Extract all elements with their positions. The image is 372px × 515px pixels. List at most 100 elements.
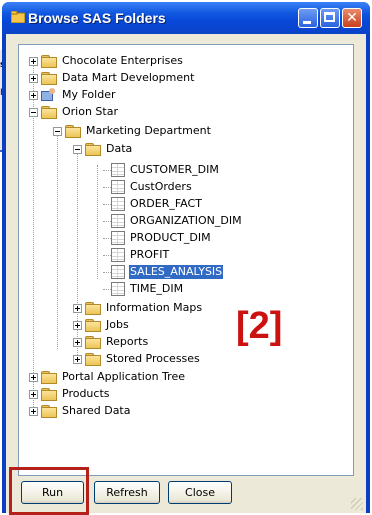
expand-icon[interactable] [73,320,82,330]
tree-item-label: Products [62,387,110,400]
minimize-button[interactable] [298,8,318,28]
tree-item-label: TIME_DIM [130,282,184,295]
tree-item-portal-application-tree[interactable]: Portal Application Tree [29,369,186,385]
tree-item-label: CUSTOMER_DIM [130,163,219,176]
tree-item-label: PRODUCT_DIM [130,231,211,244]
step-callout: [2] [236,305,283,347]
tree-item-table[interactable]: ORDER_FACT [111,196,203,212]
tree-item-label: Shared Data [62,404,131,417]
tree-item-table[interactable]: PRODUCT_DIM [111,230,212,246]
folder-icon [85,352,101,366]
expand-icon[interactable] [29,56,38,66]
run-button-highlight [9,467,89,515]
expand-icon[interactable] [29,389,38,399]
table-icon [111,265,125,279]
tree-item-data-mart-development[interactable]: Data Mart Development [29,70,195,86]
tree-line [103,238,111,239]
browse-sas-folders-window: Browse SAS Folders ✕ Chocolate Enterpris… [2,2,370,513]
folder-icon [41,370,57,384]
expand-icon[interactable] [29,73,38,83]
collapse-icon[interactable] [73,144,82,154]
tree-line [103,221,111,222]
table-icon [111,231,125,245]
tree-item-table[interactable]: ORGANIZATION_DIM [111,213,243,229]
tree-item-data[interactable]: Data [73,141,133,157]
tree-line [103,204,111,205]
folder-icon [85,301,101,315]
tree-item-table[interactable]: CustOrders [111,179,193,195]
tree-item-table[interactable]: CUSTOMER_DIM [111,162,220,178]
tree-item-table-selected[interactable]: SALES_ANALYSIS [111,264,224,280]
tree-line [103,272,111,273]
tree-item-marketing-department[interactable]: Marketing Department [53,123,212,139]
tree-item-label: Portal Application Tree [62,370,185,383]
expand-icon[interactable] [73,337,82,347]
window-title: Browse SAS Folders [28,10,166,26]
tree-item-products[interactable]: Products [29,386,111,402]
tree-item-table[interactable]: TIME_DIM [111,281,184,297]
resize-grip-icon[interactable] [351,498,363,510]
tree-item-label: ORDER_FACT [130,197,202,210]
expand-icon[interactable] [29,90,38,100]
table-icon [111,214,125,228]
folder-open-icon [65,124,81,138]
tree-line [103,255,111,256]
folder-icon [85,335,101,349]
tree-item-my-folder[interactable]: My Folder [29,87,117,103]
maximize-button[interactable] [320,8,340,28]
folder-icon [41,387,57,401]
tree-item-table[interactable]: PROFIT [111,247,170,263]
expand-icon[interactable] [29,406,38,416]
tree-item-label: My Folder [62,88,116,101]
minimize-icon [303,21,311,24]
folder-tree[interactable]: Chocolate Enterprises Data Mart Developm… [18,44,354,476]
tree-item-label: Chocolate Enterprises [62,54,183,67]
tree-item-label: Data Mart Development [62,71,195,84]
tree-item-shared-data[interactable]: Shared Data [29,403,132,419]
folder-open-icon [41,105,57,119]
table-icon [111,248,125,262]
sas-folder-icon [11,11,25,23]
table-icon [111,180,125,194]
tree-item-stored-processes[interactable]: Stored Processes [73,351,201,367]
tree-item-label: Reports [106,335,149,348]
tree-item-chocolate-enterprises[interactable]: Chocolate Enterprises [29,53,184,69]
tree-item-label: ORGANIZATION_DIM [130,214,242,227]
tree-line [103,170,111,171]
dialog-client-area: Chocolate Enterprises Data Mart Developm… [6,34,366,513]
folder-open-icon [85,142,101,156]
folder-icon [85,318,101,332]
tree-item-jobs[interactable]: Jobs [73,317,130,333]
tree-item-label: PROFIT [130,248,170,261]
tree-item-label: Data [106,142,133,155]
collapse-icon[interactable] [53,126,62,136]
title-bar[interactable]: Browse SAS Folders ✕ [2,2,370,34]
tree-item-label-selected: SALES_ANALYSIS [129,265,224,279]
folder-icon [41,54,57,68]
tree-line [103,187,111,188]
tree-line [103,289,111,290]
tree-line [97,165,98,279]
tree-line [57,129,58,349]
close-button[interactable]: Close [168,481,232,504]
close-window-button[interactable]: ✕ [342,8,362,28]
table-icon [111,197,125,211]
expand-icon[interactable] [73,303,82,313]
close-icon: ✕ [346,10,358,26]
refresh-button[interactable]: Refresh [94,481,160,504]
folder-icon [41,404,57,418]
tree-item-label: Jobs [106,318,129,331]
folder-icon [41,71,57,85]
collapse-icon[interactable] [29,107,38,117]
tree-item-label: Stored Processes [106,352,200,365]
tree-item-information-maps[interactable]: Information Maps [73,300,203,316]
tree-item-label: Marketing Department [86,124,211,137]
user-folder-icon [41,88,57,102]
table-icon [111,163,125,177]
tree-item-reports[interactable]: Reports [73,334,149,350]
expand-icon[interactable] [29,372,38,382]
tree-item-label: CustOrders [130,180,192,193]
expand-icon[interactable] [73,354,82,364]
table-icon [111,282,125,296]
tree-item-orion-star[interactable]: Orion Star [29,104,119,120]
